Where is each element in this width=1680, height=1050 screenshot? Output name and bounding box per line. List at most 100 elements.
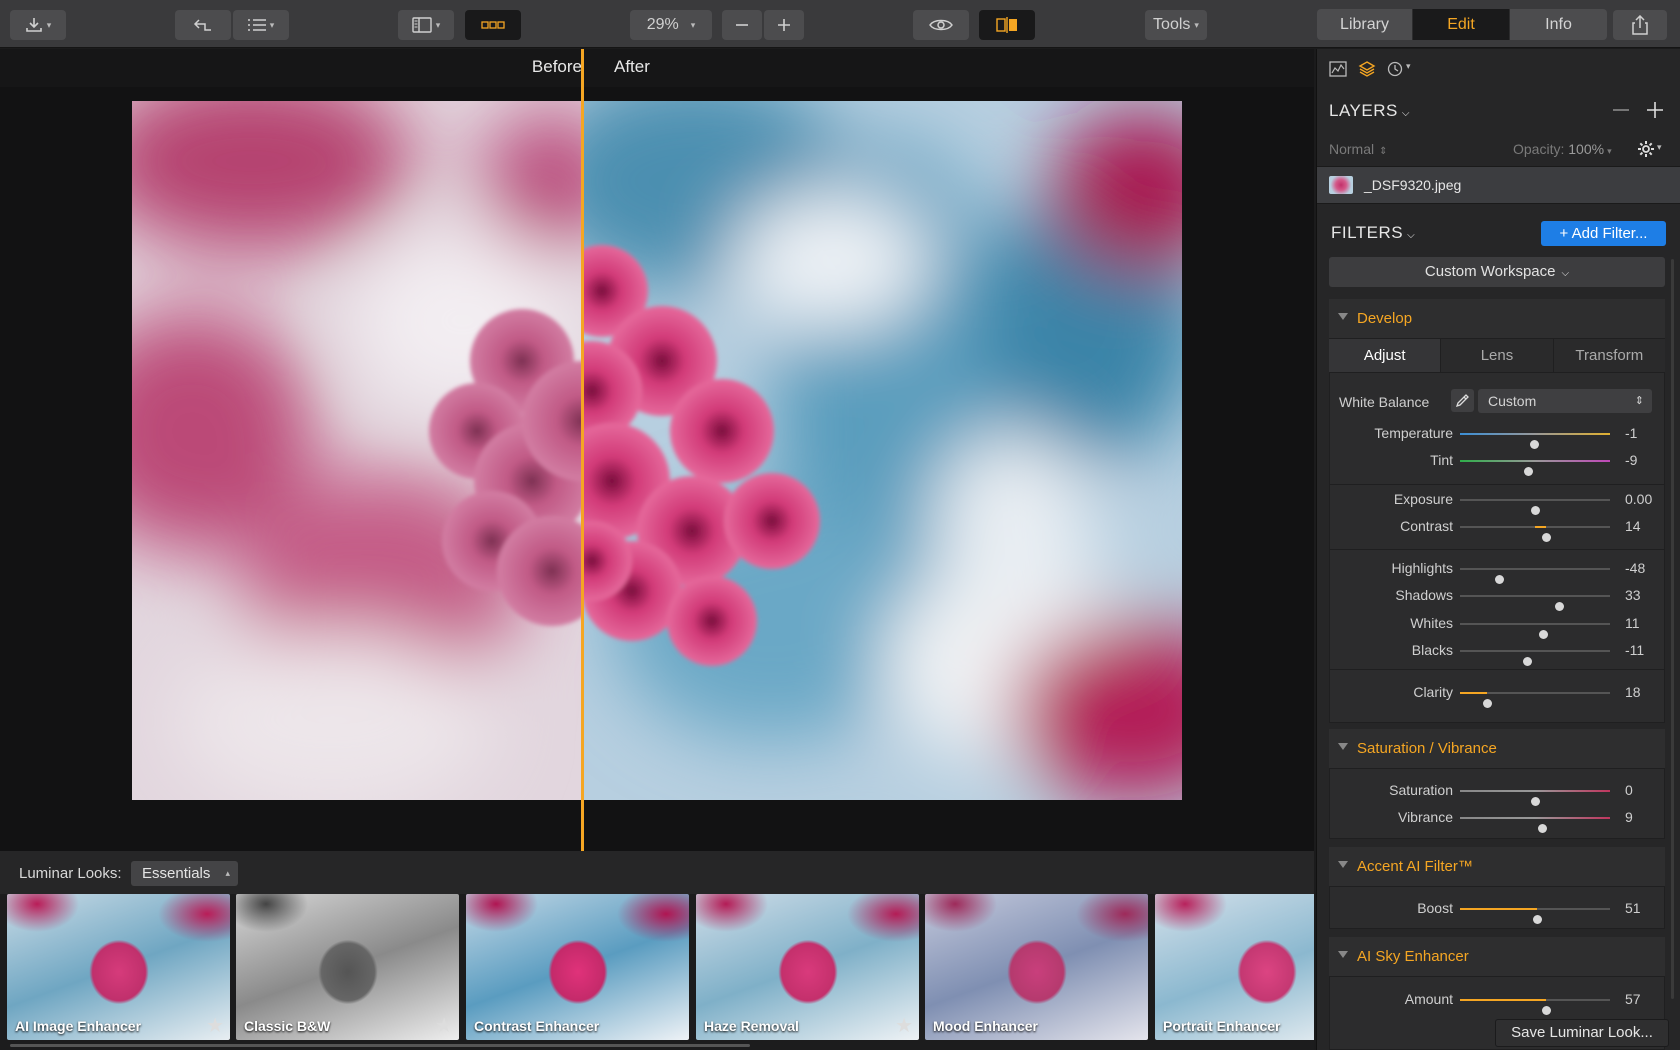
slider-track[interactable] bbox=[1460, 526, 1610, 542]
slider-highlights[interactable]: Highlights -48 bbox=[1327, 557, 1667, 584]
zoom-select[interactable]: 29% ▾ bbox=[630, 10, 712, 40]
slider-knob[interactable] bbox=[1555, 602, 1564, 611]
saturation-header[interactable]: Saturation / Vibrance bbox=[1329, 729, 1665, 769]
save-look-button[interactable]: Save Luminar Look... bbox=[1495, 1019, 1669, 1047]
slider-knob[interactable] bbox=[1541, 1006, 1551, 1015]
look-thumb[interactable]: Haze Removal ★ bbox=[696, 894, 919, 1040]
quick-preview-button[interactable] bbox=[913, 10, 969, 40]
look-thumb[interactable]: Classic B&W ★ bbox=[236, 894, 459, 1040]
look-thumb[interactable]: Mood Enhancer bbox=[925, 894, 1148, 1040]
layers-title[interactable]: LAYERS ⌵ bbox=[1329, 101, 1410, 121]
layers-icon[interactable] bbox=[1358, 60, 1376, 78]
slider-tint[interactable]: Tint -9 bbox=[1327, 449, 1667, 476]
slider-shadows[interactable]: Shadows 33 bbox=[1327, 584, 1667, 611]
slider-value[interactable]: -1 bbox=[1625, 425, 1637, 441]
slider-knob[interactable] bbox=[1532, 915, 1542, 924]
star-icon[interactable]: ★ bbox=[895, 1013, 913, 1038]
slider-track[interactable] bbox=[1460, 790, 1610, 806]
slider-value[interactable]: -48 bbox=[1625, 560, 1645, 576]
slider-contrast[interactable]: Contrast 14 bbox=[1327, 515, 1667, 542]
slider-saturation[interactable]: Saturation 0 bbox=[1327, 779, 1667, 806]
before-after-divider[interactable] bbox=[581, 49, 584, 851]
slider-value[interactable]: -9 bbox=[1625, 452, 1637, 468]
slider-knob[interactable] bbox=[1523, 467, 1533, 476]
slider-knob[interactable] bbox=[1537, 824, 1547, 833]
slider-value[interactable]: 33 bbox=[1625, 587, 1641, 603]
tab-edit[interactable]: Edit bbox=[1413, 9, 1510, 40]
histogram-icon[interactable] bbox=[1329, 61, 1347, 77]
slider-track[interactable] bbox=[1460, 595, 1610, 611]
slider-track[interactable] bbox=[1460, 999, 1610, 1015]
looks-scrollbar[interactable] bbox=[10, 1044, 750, 1047]
history-list-button[interactable]: ▾ bbox=[233, 10, 289, 40]
photo-canvas[interactable] bbox=[132, 101, 1182, 800]
slider-knob[interactable] bbox=[1483, 699, 1492, 708]
tab-lens[interactable]: Lens bbox=[1441, 339, 1554, 372]
slider-exposure[interactable]: Exposure 0.00 bbox=[1327, 488, 1667, 515]
slider-value[interactable]: 18 bbox=[1625, 684, 1641, 700]
slider-knob[interactable] bbox=[1531, 506, 1540, 515]
slider-track[interactable] bbox=[1460, 623, 1610, 639]
eyedropper-button[interactable] bbox=[1451, 389, 1474, 412]
look-thumb[interactable]: Contrast Enhancer bbox=[466, 894, 689, 1040]
tab-adjust[interactable]: Adjust bbox=[1329, 339, 1442, 372]
export-button[interactable]: ▾ bbox=[10, 10, 66, 40]
slider-value[interactable]: 57 bbox=[1625, 991, 1641, 1007]
compare-split-button[interactable] bbox=[979, 10, 1035, 40]
image-viewer[interactable]: Before After bbox=[0, 49, 1314, 851]
slider-whites[interactable]: Whites 11 bbox=[1327, 612, 1667, 639]
looks-category-select[interactable]: Essentials ▴ bbox=[131, 861, 238, 886]
workspace-select[interactable]: Custom Workspace ⌵ bbox=[1329, 257, 1665, 287]
opacity-control[interactable]: Opacity: 100% ▾ bbox=[1513, 141, 1612, 157]
develop-header[interactable]: Develop bbox=[1329, 299, 1665, 339]
filmstrip-toggle-button[interactable] bbox=[465, 10, 521, 40]
slider-blacks[interactable]: Blacks -11 bbox=[1327, 639, 1667, 666]
layer-row[interactable]: _DSF9320.jpeg bbox=[1317, 166, 1680, 204]
slider-clarity[interactable]: Clarity 18 bbox=[1327, 681, 1667, 708]
slider-track[interactable] bbox=[1460, 568, 1610, 584]
gear-icon[interactable] bbox=[1637, 140, 1655, 158]
slider-track[interactable] bbox=[1460, 908, 1610, 924]
slider-vibrance[interactable]: Vibrance 9 bbox=[1327, 806, 1667, 833]
slider-value[interactable]: 0 bbox=[1625, 782, 1633, 798]
share-button[interactable] bbox=[1613, 10, 1667, 40]
remove-layer-icon[interactable] bbox=[1613, 109, 1629, 111]
slider-value[interactable]: 0.00 bbox=[1625, 491, 1652, 507]
sidebar-toggle-button[interactable]: ▾ bbox=[398, 10, 454, 40]
add-layer-icon[interactable] bbox=[1647, 102, 1663, 118]
slider-track[interactable] bbox=[1460, 499, 1610, 515]
zoom-in-button[interactable] bbox=[764, 10, 804, 40]
accent-header[interactable]: Accent AI Filter™ bbox=[1329, 847, 1665, 887]
sky-header[interactable]: AI Sky Enhancer bbox=[1329, 937, 1665, 977]
filters-title[interactable]: FILTERS ⌵ bbox=[1331, 223, 1415, 243]
blend-mode-select[interactable]: Normal ⇕ bbox=[1329, 141, 1388, 157]
tab-transform[interactable]: Transform bbox=[1554, 339, 1665, 372]
look-thumb[interactable]: Portrait Enhancer bbox=[1155, 894, 1314, 1040]
slider-value[interactable]: -11 bbox=[1625, 642, 1644, 658]
tab-library[interactable]: Library bbox=[1317, 9, 1413, 40]
undo-button[interactable] bbox=[175, 10, 231, 40]
star-icon[interactable]: ★ bbox=[206, 1013, 224, 1038]
slider-knob[interactable] bbox=[1522, 657, 1532, 666]
slider-temperature[interactable]: Temperature -1 bbox=[1327, 422, 1667, 449]
slider-value[interactable]: 51 bbox=[1625, 900, 1641, 916]
history-clock-icon[interactable] bbox=[1387, 61, 1403, 77]
tools-menu[interactable]: Tools ▾ bbox=[1145, 10, 1207, 40]
zoom-out-button[interactable] bbox=[722, 10, 762, 40]
star-icon[interactable]: ★ bbox=[435, 1013, 453, 1038]
slider-track[interactable] bbox=[1460, 433, 1610, 449]
panel-scrollbar[interactable] bbox=[1671, 259, 1674, 999]
slider-track[interactable] bbox=[1460, 817, 1610, 833]
slider-knob[interactable] bbox=[1541, 533, 1551, 542]
add-filter-button[interactable]: + Add Filter... bbox=[1541, 221, 1666, 246]
slider-knob[interactable] bbox=[1529, 440, 1539, 449]
slider-amount[interactable]: Amount 57 bbox=[1327, 988, 1667, 1015]
slider-boost[interactable]: Boost 51 bbox=[1327, 897, 1667, 924]
slider-value[interactable]: 9 bbox=[1625, 809, 1633, 825]
slider-track[interactable] bbox=[1460, 460, 1610, 476]
slider-knob[interactable] bbox=[1531, 797, 1540, 806]
slider-value[interactable]: 11 bbox=[1625, 615, 1640, 631]
slider-knob[interactable] bbox=[1495, 575, 1504, 584]
slider-track[interactable] bbox=[1460, 692, 1610, 708]
slider-value[interactable]: 14 bbox=[1625, 518, 1641, 534]
